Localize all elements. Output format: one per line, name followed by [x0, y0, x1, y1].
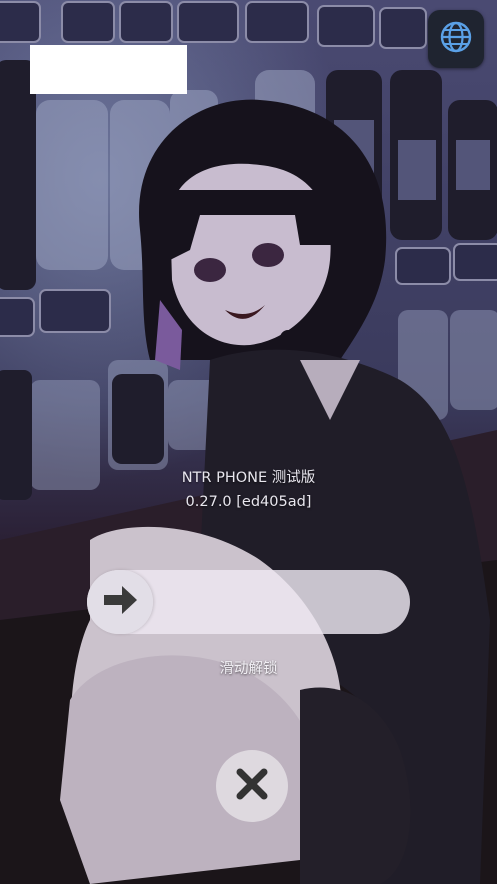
close-button[interactable] — [216, 750, 288, 822]
unlock-slider[interactable] — [87, 570, 410, 634]
version-number: 0.27.0 [ed405ad] — [185, 494, 312, 510]
version-title: NTR PHONE 测试版 — [181, 470, 316, 486]
slide-to-unlock-label: 滑动解锁 — [219, 661, 278, 677]
version-info: NTR PHONE 测试版 0.27.0 [ed405ad] — [0, 466, 497, 514]
globe-icon — [439, 20, 473, 58]
arrow-right-icon — [100, 583, 140, 621]
lock-screen: NTR PHONE 测试版 0.27.0 [ed405ad] 滑动解锁 — [0, 0, 497, 884]
close-icon — [232, 764, 272, 808]
slider-knob[interactable] — [87, 570, 153, 634]
language-button[interactable] — [428, 10, 484, 68]
title-mask — [30, 45, 187, 94]
